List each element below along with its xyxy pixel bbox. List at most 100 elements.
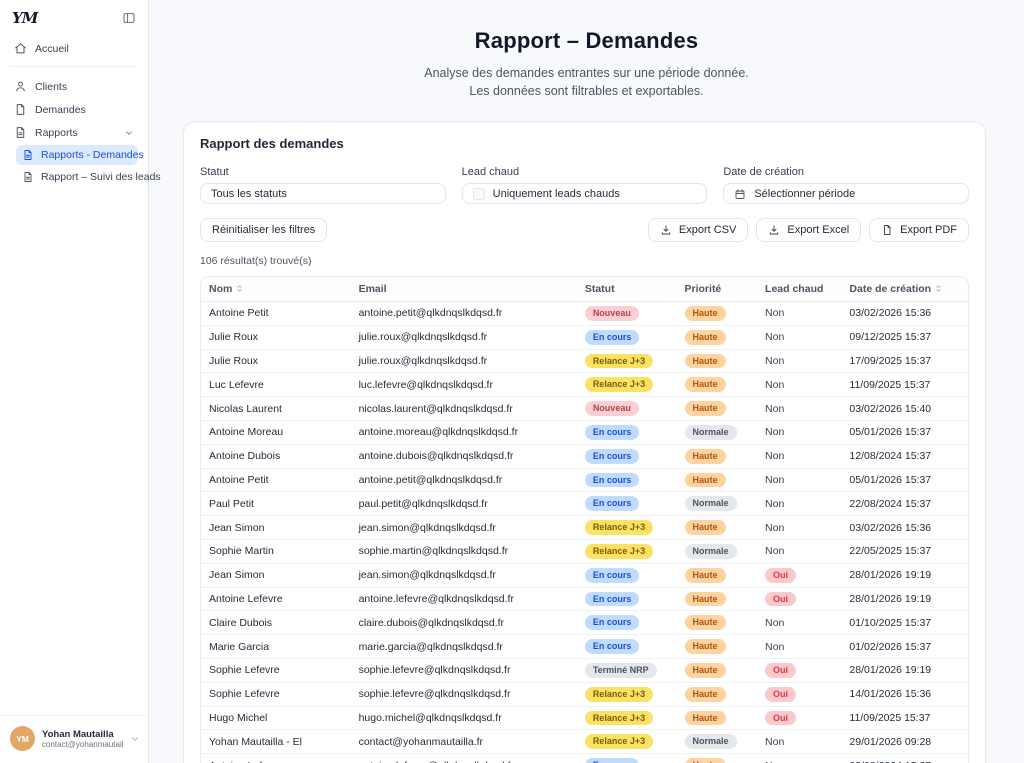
cell-priorite: Haute	[677, 302, 758, 326]
status-badge: En cours	[585, 639, 640, 654]
cell-date-creation: 05/01/2026 15:37	[841, 420, 968, 444]
sort-icon	[235, 284, 244, 293]
calendar-icon	[734, 188, 746, 200]
priority-badge: Haute	[685, 663, 726, 678]
status-badge: En cours	[585, 758, 640, 763]
cell-date-creation: 28/01/2026 19:19	[841, 587, 968, 611]
export-pdf-button[interactable]: Export PDF	[869, 218, 969, 242]
table-row: Marie Garcia marie.garcia@qlkdnqslkdqsd.…	[201, 635, 968, 659]
cell-email: julie.roux@qlkdnqslkdqsd.fr	[351, 325, 577, 349]
statut-select[interactable]: Tous les statuts	[200, 183, 446, 204]
results-count: 106 résultat(s) trouvé(s)	[200, 255, 969, 267]
sidebar-item-rapports[interactable]: Rapports	[10, 122, 138, 143]
cell-email: luc.lefevre@qlkdnqslkdqsd.fr	[351, 373, 577, 397]
cell-lead-chaud: Non	[757, 635, 841, 659]
table-row: Antoine Petit antoine.petit@qlkdnqslkdqs…	[201, 302, 968, 326]
priority-badge: Haute	[685, 758, 726, 763]
status-badge: Relance J+3	[585, 687, 653, 702]
export-excel-button[interactable]: Export Excel	[756, 218, 861, 242]
lead-chaud-badge: Oui	[765, 663, 796, 678]
status-badge: Nouveau	[585, 401, 639, 416]
cell-email: contact@yohanmautailla.fr	[351, 730, 577, 754]
cell-lead-chaud: Non	[757, 492, 841, 516]
table-row: Luc Lefevre luc.lefevre@qlkdnqslkdqsd.fr…	[201, 373, 968, 397]
cell-date-creation: 11/09/2025 15:37	[841, 373, 968, 397]
lead-chaud-filter[interactable]: Uniquement leads chauds	[462, 183, 708, 204]
page-subtitle: Analyse des demandes entrantes sur une p…	[149, 65, 1024, 100]
sidebar-item-clients[interactable]: Clients	[10, 76, 138, 97]
cell-date-creation: 03/02/2026 15:40	[841, 397, 968, 421]
cell-lead-chaud: Non	[757, 325, 841, 349]
page-title: Rapport – Demandes	[149, 28, 1024, 54]
cell-email: marie.garcia@qlkdnqslkdqsd.fr	[351, 635, 577, 659]
cell-lead-chaud: Oui	[757, 682, 841, 706]
cell-nom: Julie Roux	[201, 325, 351, 349]
cell-email: julie.roux@qlkdnqslkdqsd.fr	[351, 349, 577, 373]
export-csv-button[interactable]: Export CSV	[648, 218, 748, 242]
cell-statut: En cours	[577, 325, 677, 349]
sidebar-item-accueil[interactable]: Accueil	[10, 38, 138, 59]
table-row: Antoine Moreau antoine.moreau@qlkdnqslkd…	[201, 420, 968, 444]
cell-priorite: Normale	[677, 730, 758, 754]
cell-nom: Antoine Dubois	[201, 444, 351, 468]
cell-date-creation: 05/01/2026 15:37	[841, 468, 968, 492]
table-row: Julie Roux julie.roux@qlkdnqslkdqsd.fr R…	[201, 349, 968, 373]
status-badge: En cours	[585, 615, 640, 630]
column-header-nom[interactable]: Nom	[201, 277, 351, 302]
file-icon	[14, 103, 27, 116]
table-row: Jean Simon jean.simon@qlkdnqslkdqsd.fr E…	[201, 563, 968, 587]
cell-statut: En cours	[577, 468, 677, 492]
priority-badge: Haute	[685, 615, 726, 630]
lead-chaud-checkbox[interactable]	[473, 188, 485, 200]
user-menu[interactable]: YM Yohan Mautailla contact@yohanmautaill…	[0, 715, 148, 763]
cell-priorite: Haute	[677, 325, 758, 349]
cell-lead-chaud: Oui	[757, 563, 841, 587]
sidebar-item-demandes[interactable]: Demandes	[10, 99, 138, 120]
cell-statut: En cours	[577, 611, 677, 635]
cell-date-creation: 03/02/2026 15:36	[841, 516, 968, 540]
cell-statut: Relance J+3	[577, 730, 677, 754]
column-header-priorite: Priorité	[677, 277, 758, 302]
status-badge: En cours	[585, 425, 640, 440]
priority-badge: Haute	[685, 306, 726, 321]
cell-date-creation: 17/09/2025 15:37	[841, 349, 968, 373]
sidebar-header: YM	[0, 0, 148, 32]
user-meta: Yohan Mautailla contact@yohanmautailla.f…	[42, 729, 123, 749]
cell-lead-chaud: Non	[757, 730, 841, 754]
cell-email: claire.dubois@qlkdnqslkdqsd.fr	[351, 611, 577, 635]
cell-nom: Luc Lefevre	[201, 373, 351, 397]
column-header-lead-chaud: Lead chaud	[757, 277, 841, 302]
status-badge: En cours	[585, 592, 640, 607]
statut-label: Statut	[200, 166, 446, 178]
cell-statut: En cours	[577, 754, 677, 763]
cell-nom: Nicolas Laurent	[201, 397, 351, 421]
lead-chaud-badge: Oui	[765, 592, 796, 607]
results-table: Nom Email Statut Priorité Lead chaud Dat…	[200, 276, 969, 763]
cell-date-creation: 28/01/2026 19:19	[841, 658, 968, 682]
cell-priorite: Haute	[677, 349, 758, 373]
column-header-date-creation[interactable]: Date de création	[841, 277, 968, 302]
cell-email: sophie.lefevre@qlkdnqslkdqsd.fr	[351, 682, 577, 706]
cell-statut: Relance J+3	[577, 682, 677, 706]
priority-badge: Normale	[685, 496, 737, 511]
cell-date-creation: 22/05/2025 15:37	[841, 539, 968, 563]
status-badge: En cours	[585, 473, 640, 488]
priority-badge: Haute	[685, 449, 726, 464]
sidebar-item-rapports-demandes[interactable]: Rapports - Demandes	[16, 145, 138, 165]
sidebar-item-rapport-suivi-leads[interactable]: Rapport – Suivi des leads	[16, 167, 138, 187]
reset-filters-button[interactable]: Réinitialiser les filtres	[200, 218, 327, 242]
status-badge: Relance J+3	[585, 544, 653, 559]
date-range-picker[interactable]: Sélectionner période	[723, 183, 969, 204]
export-csv-label: Export CSV	[679, 224, 736, 236]
download-icon	[660, 224, 672, 236]
sidebar: YM Accueil Clients Demandes	[0, 0, 149, 763]
cell-nom: Paul Petit	[201, 492, 351, 516]
cell-statut: Nouveau	[577, 397, 677, 421]
cell-priorite: Normale	[677, 420, 758, 444]
sidebar-toggle-icon[interactable]	[122, 11, 136, 25]
table-row: Nicolas Laurent nicolas.laurent@qlkdnqsl…	[201, 397, 968, 421]
table-row: Antoine Dubois antoine.dubois@qlkdnqslkd…	[201, 444, 968, 468]
priority-badge: Haute	[685, 568, 726, 583]
priority-badge: Haute	[685, 687, 726, 702]
priority-badge: Haute	[685, 639, 726, 654]
